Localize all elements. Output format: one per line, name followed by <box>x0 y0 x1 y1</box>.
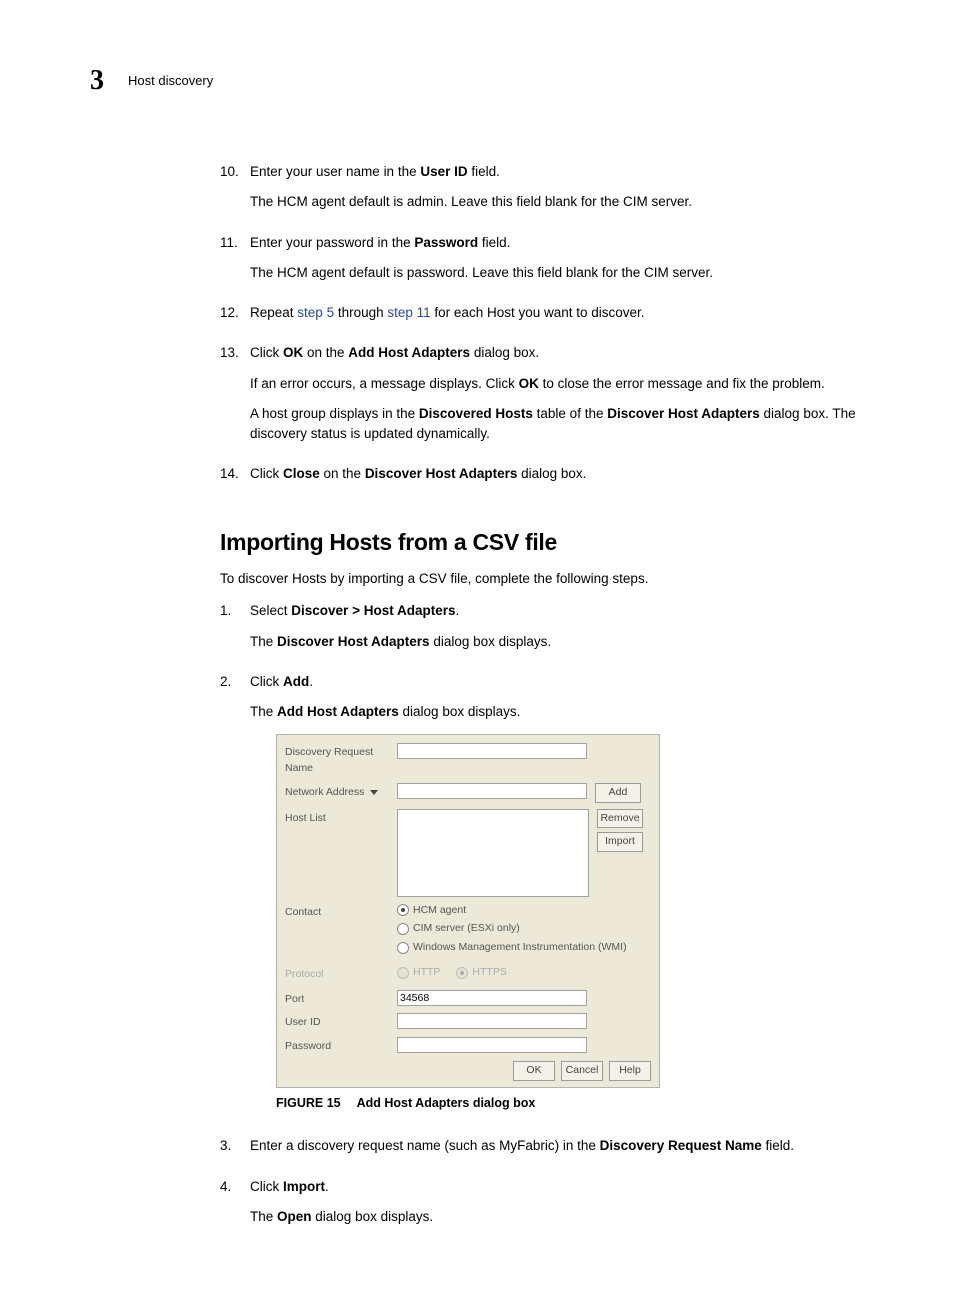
label-password: Password <box>285 1037 397 1055</box>
label-port: Port <box>285 990 397 1008</box>
step-13: 13. Click OK on the Add Host Adapters di… <box>220 343 864 454</box>
network-address-combo[interactable]: Network Address <box>285 783 397 801</box>
password-input[interactable] <box>397 1037 587 1053</box>
label-contact: Contact <box>285 903 397 921</box>
radio-hcm-agent[interactable]: HCM agent <box>397 903 651 919</box>
section-intro: To discover Hosts by importing a CSV fil… <box>220 569 864 589</box>
discovery-request-name-input[interactable] <box>397 743 587 759</box>
link-step-5[interactable]: step 5 <box>297 305 334 320</box>
page-header: 3 Host discovery <box>90 60 864 102</box>
section-heading: Importing Hosts from a CSV file <box>220 525 864 560</box>
add-button[interactable]: Add <box>595 783 641 803</box>
radio-https <box>456 967 468 979</box>
remove-button[interactable]: Remove <box>597 809 643 829</box>
port-input[interactable] <box>397 990 587 1006</box>
host-list-box[interactable] <box>397 809 589 897</box>
step-12: 12. Repeat step 5 through step 11 for ea… <box>220 303 864 333</box>
steps-continued: 10. Enter your user name in the User ID … <box>220 162 864 495</box>
add-host-adapters-dialog: Discovery Request Name Network Address A… <box>276 734 660 1087</box>
label-protocol: Protocol <box>285 965 397 983</box>
import-button[interactable]: Import <box>597 832 643 852</box>
chevron-down-icon <box>370 790 378 795</box>
step-14: 14. Click Close on the Discover Host Ada… <box>220 464 864 494</box>
label-discovery-request-name: Discovery Request Name <box>285 743 397 777</box>
header-title: Host discovery <box>128 71 213 91</box>
step-1: 1. Select Discover > Host Adapters. The … <box>220 601 864 662</box>
step-11: 11. Enter your password in the Password … <box>220 233 864 294</box>
radio-http <box>397 967 409 979</box>
label-host-list: Host List <box>285 809 397 827</box>
user-id-input[interactable] <box>397 1013 587 1029</box>
cancel-button[interactable]: Cancel <box>561 1061 603 1081</box>
label-user-id: User ID <box>285 1013 397 1031</box>
link-step-11[interactable]: step 11 <box>387 305 430 320</box>
step-2: 2. Click Add. The Add Host Adapters dial… <box>220 672 864 1127</box>
figure-caption: FIGURE 15Add Host Adapters dialog box <box>276 1094 864 1113</box>
step-3: 3. Enter a discovery request name (such … <box>220 1136 864 1166</box>
help-button[interactable]: Help <box>609 1061 651 1081</box>
step-4: 4. Click Import. The Open dialog box dis… <box>220 1177 864 1238</box>
steps-import: 1. Select Discover > Host Adapters. The … <box>220 601 864 1237</box>
step-10: 10. Enter your user name in the User ID … <box>220 162 864 223</box>
chapter-number: 3 <box>90 60 104 102</box>
radio-cim-server[interactable]: CIM server (ESXi only) <box>397 921 651 937</box>
network-address-input[interactable] <box>397 783 587 799</box>
radio-wmi[interactable]: Windows Management Instrumentation (WMI) <box>397 940 651 956</box>
ok-button[interactable]: OK <box>513 1061 555 1081</box>
